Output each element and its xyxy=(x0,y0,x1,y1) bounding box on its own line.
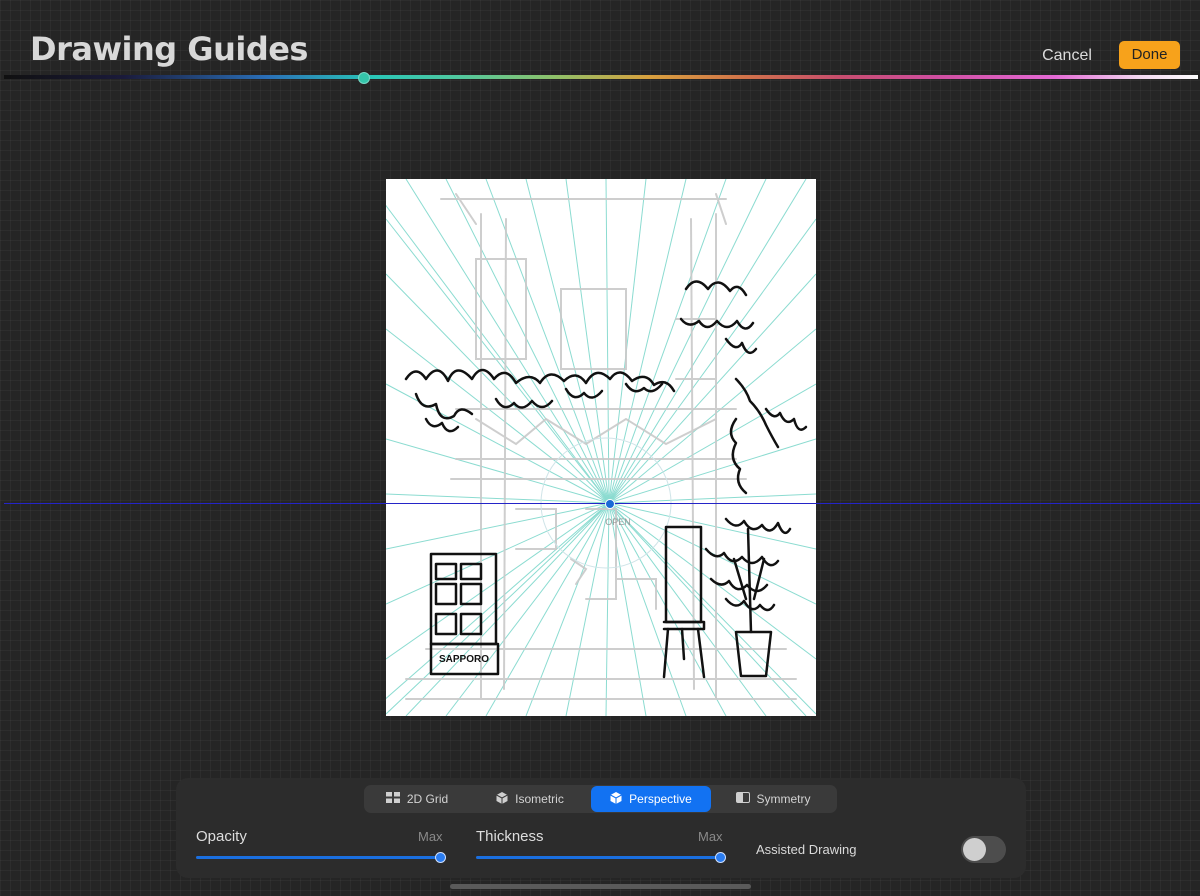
page-title: Drawing Guides xyxy=(30,30,308,68)
assisted-drawing-toggle[interactable] xyxy=(961,836,1006,863)
grid-icon xyxy=(385,792,400,806)
symmetry-icon xyxy=(735,792,750,806)
guide-color-knob[interactable] xyxy=(358,72,370,84)
perspective-guide-line xyxy=(608,502,807,716)
tab-symmetry[interactable]: Symmetry xyxy=(712,786,834,812)
opacity-slider-thumb[interactable] xyxy=(435,852,446,863)
tab-isometric-label: Isometric xyxy=(515,792,564,806)
perspective-guide-line xyxy=(608,179,767,504)
cancel-button[interactable]: Cancel xyxy=(1033,43,1101,69)
tab-2d-grid[interactable]: 2D Grid xyxy=(365,786,469,812)
sapporo-sign-text: SAPPORO xyxy=(439,654,489,665)
perspective-guide-line xyxy=(608,273,816,504)
perspective-guide-line xyxy=(386,438,610,504)
vanishing-point-handle[interactable] xyxy=(605,499,615,509)
tab-perspective-label: Perspective xyxy=(629,792,692,806)
guide-type-tabs: 2D Grid Isometric Perspective Symmetry xyxy=(364,785,837,813)
drawing-canvas[interactable]: SAPPORO OPEN xyxy=(386,179,816,716)
done-button[interactable]: Done xyxy=(1119,41,1180,69)
perspective-guide-line xyxy=(386,502,610,715)
perspective-guide-line xyxy=(608,383,816,504)
perspective-guide-line xyxy=(608,438,816,504)
horizon-line[interactable] xyxy=(4,503,1200,504)
perspective-guide-line xyxy=(405,179,610,504)
tab-symmetry-label: Symmetry xyxy=(756,792,811,806)
tab-2d-grid-label: 2D Grid xyxy=(406,792,449,806)
perspective-guide-line xyxy=(386,273,610,504)
open-sign-text: OPEN xyxy=(605,517,631,527)
thickness-slider[interactable] xyxy=(476,856,721,859)
thickness-slider-thumb[interactable] xyxy=(715,852,726,863)
perspective-guide-line xyxy=(608,493,816,504)
tab-perspective[interactable]: Perspective xyxy=(591,786,711,812)
perspective-guide-line xyxy=(605,179,610,504)
perspective-guide-line xyxy=(445,502,610,716)
perspective-guide-line xyxy=(608,179,647,504)
perspective-guide-line xyxy=(386,493,610,504)
perspective-cube-icon xyxy=(610,791,622,807)
perspective-guide-line xyxy=(386,218,610,504)
perspective-guide-line xyxy=(525,179,610,504)
assisted-drawing-label: Assisted Drawing xyxy=(756,842,857,857)
home-indicator[interactable] xyxy=(450,884,751,889)
perspective-guide-line xyxy=(386,204,610,504)
tab-isometric[interactable]: Isometric xyxy=(470,786,590,812)
thickness-label: Thickness xyxy=(476,828,544,845)
perspective-guide-line xyxy=(608,502,767,716)
opacity-slider[interactable] xyxy=(196,856,441,859)
perspective-guide-line xyxy=(605,502,610,716)
canvas-artwork: SAPPORO OPEN xyxy=(386,179,816,716)
assisted-drawing-toggle-knob xyxy=(963,838,986,861)
perspective-guide-line xyxy=(608,502,727,716)
perspective-guide-line xyxy=(608,179,687,504)
opacity-label: Opacity xyxy=(196,828,247,845)
thickness-value: Max xyxy=(698,829,723,844)
opacity-value: Max xyxy=(418,829,443,844)
perspective-guide-line xyxy=(445,179,610,504)
perspective-guide-line xyxy=(608,218,816,504)
cube-icon xyxy=(496,791,508,807)
perspective-guide-line xyxy=(608,179,807,504)
perspective-guide-line xyxy=(405,502,610,716)
guide-color-slider[interactable] xyxy=(4,75,1198,79)
